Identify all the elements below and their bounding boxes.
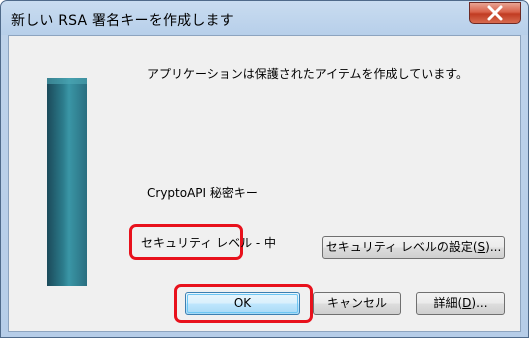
close-button[interactable] [469, 2, 521, 24]
banner-highlight [47, 78, 87, 84]
set-security-level-button[interactable]: セキュリティ レベルの設定(S)... [322, 236, 505, 259]
ok-button-highlight [174, 284, 313, 323]
security-level-label: セキュリティ レベル - 中 [141, 236, 277, 250]
dialog-message: アプリケーションは保護されたアイテムを作成しています。 [147, 67, 469, 81]
dialog-client-area: アプリケーションは保護されたアイテムを作成しています。 CryptoAPI 秘密… [8, 35, 521, 332]
title-bar[interactable]: 新しい RSA 署名キーを作成します [1, 1, 528, 33]
window-title: 新しい RSA 署名キーを作成します [11, 13, 234, 29]
details-button[interactable]: 詳細(D)... [416, 292, 505, 315]
dialog-window: 新しい RSA 署名キーを作成します アプリケーションは保護されたアイテムを作成… [0, 0, 529, 338]
details-button-label: 詳細( [433, 296, 463, 310]
close-icon [487, 5, 503, 21]
key-name-label: CryptoAPI 秘密キー [147, 186, 258, 200]
details-suffix: )... [471, 296, 488, 310]
cancel-button-label: キャンセル [326, 296, 387, 310]
cancel-button[interactable]: キャンセル [313, 292, 401, 315]
side-banner-image [47, 78, 87, 286]
set-security-level-suffix: )... [485, 240, 502, 254]
set-security-level-button-label: セキュリティ レベルの設定( [325, 240, 478, 254]
set-security-level-mnemonic: S [477, 240, 486, 254]
